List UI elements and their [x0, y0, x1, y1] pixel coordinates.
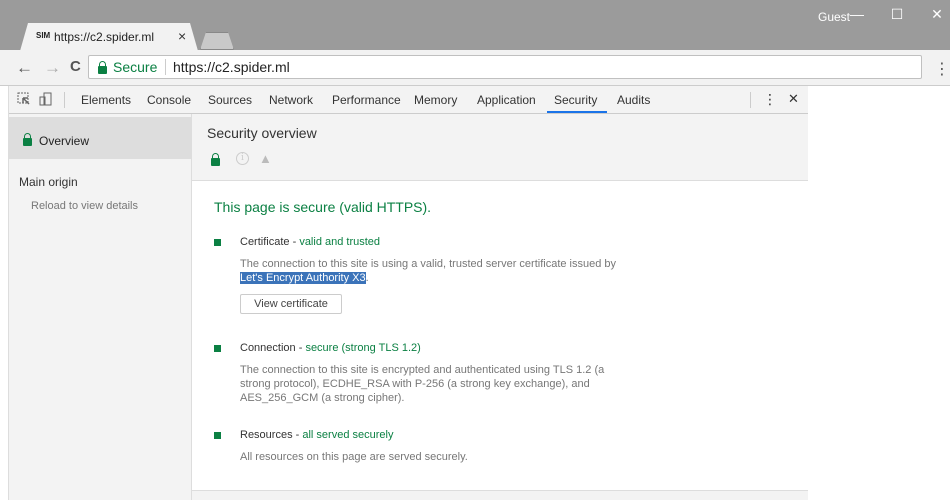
new-tab-button[interactable] — [200, 32, 234, 50]
certificate-section: Certificate - valid and trusted The conn… — [214, 236, 694, 316]
certificate-description: The connection to this site is using a v… — [240, 257, 620, 285]
forward-arrow-icon[interactable]: → — [44, 58, 61, 78]
resources-separator: - — [292, 429, 303, 441]
browser-toolbar: ← → C Secure https://c2.spider.ml ⋮ — [0, 50, 950, 86]
tab-elements[interactable]: Elements — [81, 93, 131, 107]
connection-description: The connection to this site is encrypted… — [240, 364, 605, 404]
reload-to-view-details: Reload to view details — [31, 200, 139, 212]
page-viewport — [808, 86, 950, 500]
tab-network[interactable]: Network — [269, 93, 313, 107]
view-certificate-button[interactable]: View certificate — [240, 294, 342, 314]
connection-status-bullet — [214, 345, 221, 352]
panel-footer — [192, 490, 808, 500]
certificate-status: valid and trusted — [299, 236, 381, 248]
tabbar-divider — [64, 92, 65, 108]
tab-audits[interactable]: Audits — [617, 93, 650, 107]
connection-title: Connection - secure (strong TLS 1.2) — [240, 342, 421, 354]
info-state-icon: i — [236, 152, 249, 165]
tab-console[interactable]: Console — [147, 93, 191, 107]
main-origin-heading: Main origin — [19, 175, 78, 189]
summary-title: Security overview — [207, 125, 317, 141]
site-favicon-icon: SIM — [36, 31, 51, 40]
url-text[interactable]: https://c2.spider.ml — [173, 59, 290, 75]
resources-label: Resources — [240, 429, 293, 441]
security-headline: This page is secure (valid HTTPS). — [214, 199, 432, 215]
security-sidebar: Overview Main origin Reload to view deta… — [9, 114, 192, 500]
connection-status: secure (strong TLS 1.2) — [305, 342, 421, 354]
certificate-label: Certificate — [240, 236, 290, 248]
browser-menu-icon[interactable]: ⋮ — [934, 59, 950, 79]
reload-icon[interactable]: C — [70, 58, 81, 75]
address-bar[interactable]: Secure https://c2.spider.ml — [88, 55, 922, 79]
device-toolbar-icon[interactable] — [39, 92, 53, 109]
security-summary: Security overview i ▲ — [192, 114, 808, 181]
browser-tab[interactable]: SIM https://c2.spider.ml × — [20, 23, 198, 51]
warning-state-icon: ▲ — [259, 151, 272, 166]
devtools-close-icon[interactable]: ✕ — [788, 91, 799, 107]
devtools-panel: Elements Console Sources Network Perform… — [8, 86, 809, 500]
active-tab-indicator — [547, 111, 607, 113]
security-main-panel: Security overview i ▲ This page is secur… — [192, 114, 808, 500]
secure-lock-icon[interactable] — [98, 61, 107, 74]
tab-close-icon[interactable]: × — [178, 28, 186, 44]
tab-sources[interactable]: Sources — [208, 93, 252, 107]
resources-status: all served securely — [302, 429, 394, 441]
devtools-more-icon[interactable]: ⋮ — [763, 91, 777, 108]
resources-title: Resources - all served securely — [240, 429, 393, 441]
resources-status-bullet — [214, 432, 221, 439]
tab-performance[interactable]: Performance — [332, 93, 401, 107]
resources-description: All resources on this page are served se… — [240, 451, 468, 463]
certificate-separator: - — [289, 236, 300, 248]
tab-application[interactable]: Application — [477, 93, 536, 107]
certificate-title: Certificate - valid and trusted — [240, 236, 380, 248]
window-close-icon[interactable]: ✕ — [922, 6, 950, 23]
sidebar-item-label: Overview — [39, 134, 90, 148]
sidebar-item-overview[interactable]: Overview — [9, 117, 191, 159]
connection-section: Connection - secure (strong TLS 1.2) The… — [214, 342, 694, 412]
certificate-desc-text: The connection to this site is using a v… — [240, 258, 617, 270]
window-titlebar: SIM https://c2.spider.ml × Guest — ☐ ✕ — [0, 0, 950, 51]
connection-separator: - — [295, 342, 306, 354]
tab-security[interactable]: Security — [554, 93, 597, 107]
certificate-issuer-selected: Let's Encrypt Authority X3 — [240, 272, 366, 284]
back-arrow-icon[interactable]: ← — [16, 58, 33, 78]
devtools-tabbar: Elements Console Sources Network Perform… — [9, 86, 809, 114]
tabbar-divider-right — [750, 92, 751, 108]
secure-label[interactable]: Secure — [113, 59, 157, 75]
tab-title: https://c2.spider.ml — [54, 30, 155, 44]
resources-section: Resources - all served securely All reso… — [214, 429, 694, 469]
overview-lock-icon — [23, 133, 32, 146]
certificate-desc-period: . — [365, 272, 369, 284]
omnibox-divider — [165, 59, 166, 75]
secure-state-lock-icon — [211, 153, 220, 166]
inspect-element-icon[interactable] — [17, 92, 31, 109]
certificate-status-bullet — [214, 239, 221, 246]
minimize-icon[interactable]: — — [842, 6, 872, 22]
connection-label: Connection — [240, 342, 296, 354]
tab-memory[interactable]: Memory — [414, 93, 457, 107]
maximize-icon[interactable]: ☐ — [882, 6, 912, 23]
